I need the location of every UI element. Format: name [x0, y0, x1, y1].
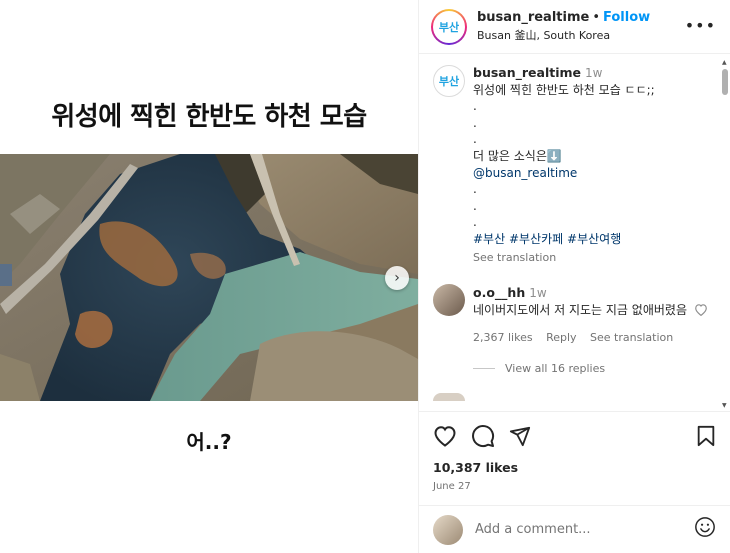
post-actions: 10,387 likes June 27	[419, 411, 730, 492]
comments-section: 부산 busan_realtime 1w 위성에 찍힌 한반도 하천 모습 ㄷㄷ;…	[419, 55, 730, 411]
caption-avatar[interactable]: 부산	[433, 65, 465, 97]
caption-line: 위성에 찍힌 한반도 하천 모습 ㄷㄷ;;	[473, 82, 655, 97]
caption-line: .	[473, 182, 477, 197]
post-date[interactable]: June 27	[433, 481, 716, 492]
hashtag-link[interactable]: #부산여행	[567, 232, 621, 246]
emoji-icon[interactable]	[694, 516, 716, 543]
commenter-avatar[interactable]	[433, 284, 465, 317]
like-count[interactable]: 10,387 likes	[433, 460, 716, 475]
scroll-down-arrow[interactable]: ▼	[722, 402, 727, 409]
see-translation-button[interactable]: See translation	[473, 250, 655, 267]
caption-username[interactable]: busan_realtime	[473, 65, 581, 80]
user-avatar	[433, 514, 463, 545]
more-icon: •••	[684, 16, 716, 35]
caption-line: .	[473, 132, 477, 147]
add-comment-input[interactable]	[475, 522, 694, 537]
caption-line: .	[473, 99, 477, 114]
like-heart-icon[interactable]	[433, 425, 457, 447]
location-link[interactable]: Busan 釜山, South Korea	[477, 27, 650, 43]
comment-likes[interactable]: 2,367 likes	[473, 331, 533, 344]
caption-time[interactable]: 1w	[585, 66, 602, 80]
commenter-username[interactable]: o.o__hh	[473, 285, 525, 300]
follow-button[interactable]: Follow	[603, 10, 650, 25]
heart-icon	[695, 304, 707, 317]
caption-line: .	[473, 115, 477, 130]
comment-like-button[interactable]	[694, 302, 708, 320]
more-options-button[interactable]: •••	[685, 16, 716, 35]
scroll-thumb[interactable]	[722, 69, 728, 95]
media-caption: 어..?	[186, 430, 232, 454]
post-media: 위성에 찍힌 한반도 하천 모습 › 어..?	[0, 0, 418, 553]
hashtag-link[interactable]: #부산	[473, 232, 505, 246]
mention-link[interactable]: @busan_realtime	[473, 165, 655, 182]
hashtag-link[interactable]: #부산카페	[509, 232, 563, 246]
satellite-photo	[0, 154, 418, 401]
caption-line: .	[473, 215, 477, 230]
separator-dot: •	[592, 10, 600, 25]
reply-button[interactable]: Reply	[546, 331, 576, 344]
reply-divider-line	[473, 368, 495, 370]
author-username[interactable]: busan_realtime	[477, 10, 589, 25]
add-comment-bar	[419, 505, 730, 553]
post-sidebar: 부산 busan_realtime • Follow Busan 釜山, South…	[418, 0, 730, 553]
view-replies-button[interactable]: View all 16 replies	[473, 362, 718, 375]
comment-time[interactable]: 1w	[529, 286, 546, 300]
media-title: 위성에 찍힌 한반도 하천 모습	[51, 102, 367, 132]
comments-scrollbar[interactable]: ▲ ▼	[720, 55, 730, 411]
comment-item: o.o__hh 1w 네이버지도에서 저 지도는 지금 없애버렸음 2,367 l…	[433, 284, 718, 346]
chevron-right-icon: ›	[394, 270, 400, 286]
next-image-button[interactable]: ›	[385, 266, 409, 290]
bookmark-icon[interactable]	[696, 425, 716, 447]
next-comment-avatar	[433, 393, 465, 402]
scroll-up-arrow[interactable]: ▲	[722, 59, 727, 66]
share-icon[interactable]	[509, 425, 531, 447]
caption-line: 더 많은 소식은⬇️	[473, 148, 562, 163]
post-caption: 부산 busan_realtime 1w 위성에 찍힌 한반도 하천 모습 ㄷㄷ;…	[433, 65, 718, 266]
author-avatar[interactable]: 부산	[431, 8, 467, 45]
post-header: 부산 busan_realtime • Follow Busan 釜山, South…	[419, 0, 730, 54]
comment-text: 네이버지도에서 저 지도는 지금 없애버렸음	[473, 303, 687, 318]
comment-see-translation[interactable]: See translation	[590, 331, 673, 344]
caption-line: .	[473, 198, 477, 213]
comment-icon[interactable]	[471, 424, 495, 448]
